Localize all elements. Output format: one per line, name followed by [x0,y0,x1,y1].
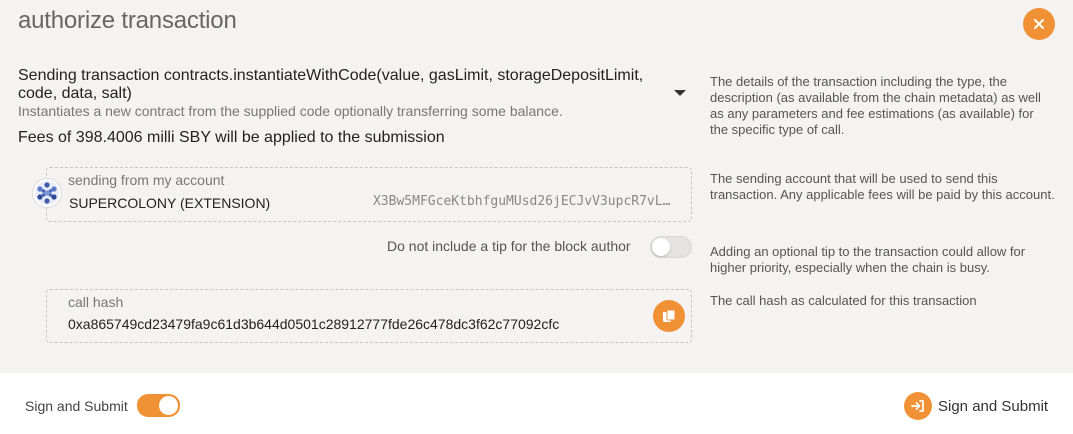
tip-toggle-knob [652,238,670,256]
tip-toggle-label: Do not include a tip for the block autho… [387,238,631,254]
copy-hash-button[interactable] [653,300,685,332]
account-selector[interactable]: sending from my account SUPERCOLONY (EXT… [46,167,692,222]
fees-info: Fees of 398.4006 milli SBY will be appli… [18,129,445,146]
tip-help-text: Adding an optional tip to the transactio… [710,244,1026,275]
sign-and-submit-button[interactable]: Sign and Submit [904,391,1048,421]
sign-submit-toggle-label: Sign and Submit [25,398,128,414]
transaction-description: Instantiates a new contract from the sup… [18,103,563,119]
account-name: SUPERCOLONY (EXTENSION) [69,195,271,211]
call-hash-label: call hash [68,294,124,310]
account-label: sending from my account [68,172,225,188]
close-icon [1034,19,1044,29]
call-hash-field: call hash 0xa865749cd23479fa9c61d3b644d0… [46,289,692,343]
account-avatar-icon [32,178,62,208]
call-hash-help-text: The call hash as calculated for this tra… [710,293,977,308]
copy-icon [663,309,676,322]
account-help-text: The sending account that will be used to… [710,171,1055,202]
transaction-heading: Sending transaction contracts.instantiat… [18,67,644,102]
sign-in-icon [904,392,932,420]
tip-toggle[interactable] [650,236,692,258]
sign-and-submit-label: Sign and Submit [938,397,1049,415]
transaction-help-text: The details of the transaction including… [710,74,1041,137]
close-button[interactable] [1023,8,1055,40]
call-hash-value: 0xa865749cd23479fa9c61d3b644d0501c289127… [68,316,560,332]
account-address: X3Bw5MFGceKtbhfguMUsd26jECJvV3upcR7vL… [373,194,671,209]
modal-title: authorize transaction [18,7,237,34]
sign-submit-toggle-knob [159,396,178,415]
sign-submit-toggle[interactable] [137,394,180,417]
expand-details-caret-icon[interactable] [674,90,686,96]
